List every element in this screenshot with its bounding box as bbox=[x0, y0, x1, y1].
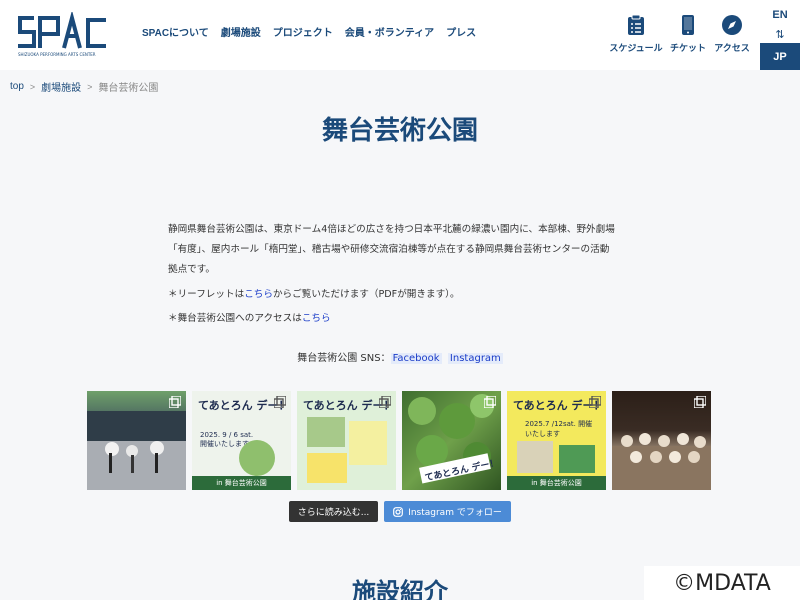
main-nav: SPACについて 劇場施設 プロジェクト 会員・ボランティア プレス bbox=[142, 24, 476, 39]
intro-line: 拠点です。 bbox=[168, 264, 216, 275]
leaflet-link[interactable]: こちら bbox=[244, 289, 273, 300]
copyright-watermark: ©MDATA bbox=[644, 566, 800, 600]
breadcrumb-facilities[interactable]: 劇場施設 bbox=[41, 79, 81, 94]
facebook-link[interactable]: Facebook bbox=[390, 353, 442, 364]
instagram-feed: てあとろん デー！ 2025. 9 / 6 sat. 開催いたします in 舞台… bbox=[87, 391, 711, 490]
intro-line: 静岡県舞台芸術公園は、東京ドーム4倍ほどの広さを持つ日本平北麓の緑濃い園内に、本… bbox=[168, 224, 615, 235]
swap-icon: ⇅ bbox=[775, 28, 785, 41]
multi-image-icon bbox=[169, 396, 181, 408]
poster-date: 2025.7 /12sat. 開催いたします bbox=[525, 420, 593, 438]
breadcrumb-current: 舞台芸術公園 bbox=[98, 83, 159, 94]
access-link[interactable]: こちら bbox=[302, 313, 331, 324]
instagram-post[interactable] bbox=[612, 391, 711, 490]
spac-logo[interactable]: SHIZUOKA PERFORMING ARTS CENTER bbox=[14, 12, 126, 58]
multi-image-icon bbox=[484, 396, 496, 408]
poster-photo bbox=[239, 440, 275, 476]
schedule-label: スケジュール bbox=[609, 43, 663, 53]
instagram-post[interactable]: てあとろん デー！ bbox=[402, 391, 501, 490]
nav-facilities[interactable]: 劇場施設 bbox=[221, 24, 261, 39]
schedule-button[interactable]: スケジュール bbox=[608, 14, 664, 54]
leaflet-text: ＊リーフレットは bbox=[168, 289, 245, 300]
access-note: ＊舞台芸術公園へのアクセスはこちら bbox=[168, 310, 331, 324]
site-header: SHIZUOKA PERFORMING ARTS CENTER SPACについて… bbox=[0, 0, 800, 70]
nav-press[interactable]: プレス bbox=[446, 24, 476, 39]
follow-label: Instagram でフォロー bbox=[408, 508, 502, 518]
instagram-icon bbox=[393, 506, 404, 517]
multi-image-icon bbox=[694, 396, 706, 408]
multi-image-icon bbox=[379, 396, 391, 408]
nav-members[interactable]: 会員・ボランティア bbox=[345, 24, 434, 39]
lang-jp[interactable]: JP bbox=[760, 43, 800, 70]
language-switcher: EN ⇅ JP bbox=[760, 0, 800, 70]
instagram-post[interactable]: てあとろん デー！ 2025.7 /12sat. 開催いたします in 舞台芸術… bbox=[507, 391, 606, 490]
breadcrumb-separator: > bbox=[29, 81, 36, 92]
poster-collage bbox=[307, 417, 387, 483]
ticket-phone-icon bbox=[677, 14, 699, 36]
instagram-post[interactable]: てあとろん デー！ 2025. 9 / 6 sat. 開催いたします in 舞台… bbox=[192, 391, 291, 490]
leaflet-text-after: からご覧いただけます（PDFが開きます）。 bbox=[272, 289, 460, 300]
load-more-button[interactable]: さらに読み込む... bbox=[289, 501, 378, 522]
sns-label: 舞台芸術公園 SNS： bbox=[297, 353, 391, 364]
sns-links: 舞台芸術公園 SNS： Facebook Instagram bbox=[0, 349, 800, 364]
instagram-link[interactable]: Instagram bbox=[447, 353, 503, 364]
intro-line: 「有度」、屋内ホール「楕円堂」、稽古場や研修交流宿泊棟等が点在する静岡県舞台芸術… bbox=[168, 244, 610, 255]
access-label: アクセス bbox=[714, 43, 750, 53]
poster-location: in 舞台芸術公園 bbox=[507, 476, 606, 490]
poster-photo bbox=[517, 441, 595, 473]
multi-image-icon bbox=[589, 396, 601, 408]
access-text: ＊舞台芸術公園へのアクセスは bbox=[168, 313, 302, 324]
compass-icon bbox=[721, 14, 743, 36]
breadcrumb-separator: > bbox=[87, 81, 93, 92]
access-button[interactable]: アクセス bbox=[704, 14, 760, 54]
intro-text: 静岡県舞台芸術公園は、東京ドーム4倍ほどの広さを持つ日本平北麓の緑濃い園内に、本… bbox=[168, 220, 648, 280]
instagram-post[interactable]: てあとろん デー！ bbox=[297, 391, 396, 490]
breadcrumb: top > 劇場施設 > 舞台芸術公園 bbox=[10, 79, 158, 94]
instagram-follow-button[interactable]: Instagram でフォロー bbox=[384, 501, 511, 522]
svg-text:SHIZUOKA PERFORMING ARTS CENTE: SHIZUOKA PERFORMING ARTS CENTER bbox=[18, 52, 96, 57]
lang-en[interactable]: EN bbox=[760, 9, 800, 21]
multi-image-icon bbox=[274, 396, 286, 408]
ticket-label: チケット bbox=[669, 43, 706, 53]
page-title: 舞台芸術公園 bbox=[321, 116, 478, 146]
nav-about[interactable]: SPACについて bbox=[142, 24, 209, 39]
leaflet-note: ＊リーフレットはこちらからご覧いただけます（PDFが開きます）。 bbox=[168, 286, 460, 300]
schedule-icon bbox=[625, 14, 647, 36]
poster-location: in 舞台芸術公園 bbox=[192, 476, 291, 490]
nav-projects[interactable]: プロジェクト bbox=[273, 24, 333, 39]
breadcrumb-top[interactable]: top bbox=[10, 81, 24, 92]
instagram-post[interactable] bbox=[87, 391, 186, 490]
